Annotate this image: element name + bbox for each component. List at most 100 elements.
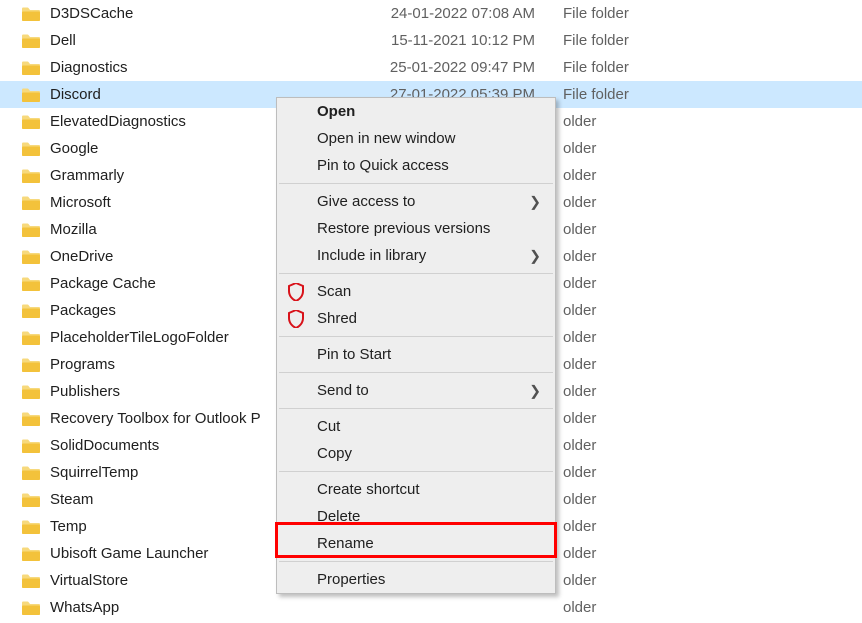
file-type: older xyxy=(563,545,683,562)
folder-icon xyxy=(22,250,40,264)
folder-icon xyxy=(22,34,40,48)
folder-icon xyxy=(22,601,40,615)
ctx-properties-label: Properties xyxy=(317,571,385,588)
chevron-right-icon: ❯ xyxy=(529,193,541,210)
folder-icon xyxy=(22,7,40,21)
file-type: File folder xyxy=(563,86,683,103)
folder-icon xyxy=(22,520,40,534)
separator xyxy=(279,336,553,337)
file-type: File folder xyxy=(563,5,683,22)
shield-icon xyxy=(287,283,305,301)
folder-icon xyxy=(22,466,40,480)
file-name: Dell xyxy=(50,32,360,49)
folder-icon xyxy=(22,358,40,372)
separator xyxy=(279,471,553,472)
file-type: older xyxy=(563,572,683,589)
ctx-open-new-window[interactable]: Open in new window xyxy=(277,125,555,152)
folder-icon xyxy=(22,196,40,210)
folder-icon xyxy=(22,169,40,183)
shield-icon xyxy=(287,310,305,328)
ctx-send-to[interactable]: Send to ❯ xyxy=(277,377,555,404)
file-date: 15-11-2021 10:12 PM xyxy=(360,32,563,49)
file-type: older xyxy=(563,383,683,400)
file-type: older xyxy=(563,248,683,265)
ctx-shred[interactable]: Shred xyxy=(277,305,555,332)
ctx-properties[interactable]: Properties xyxy=(277,566,555,593)
file-date: 24-01-2022 07:08 AM xyxy=(360,5,563,22)
file-row[interactable]: WhatsApp older xyxy=(0,594,862,621)
file-name: D3DSCache xyxy=(50,5,360,22)
file-name: WhatsApp xyxy=(50,599,360,616)
ctx-send-to-label: Send to xyxy=(317,382,369,399)
file-type: File folder xyxy=(563,59,683,76)
file-type: older xyxy=(563,140,683,157)
file-type: older xyxy=(563,329,683,346)
separator xyxy=(279,561,553,562)
ctx-pin-start[interactable]: Pin to Start xyxy=(277,341,555,368)
separator xyxy=(279,372,553,373)
folder-icon xyxy=(22,574,40,588)
ctx-shred-label: Shred xyxy=(317,310,357,327)
ctx-scan[interactable]: Scan xyxy=(277,278,555,305)
ctx-open[interactable]: Open xyxy=(277,98,555,125)
ctx-restore-label: Restore previous versions xyxy=(317,220,490,237)
ctx-restore-previous[interactable]: Restore previous versions xyxy=(277,215,555,242)
ctx-copy-label: Copy xyxy=(317,445,352,462)
file-row[interactable]: Dell15-11-2021 10:12 PMFile folder xyxy=(0,27,862,54)
folder-icon xyxy=(22,304,40,318)
file-type: older xyxy=(563,491,683,508)
file-row[interactable]: Diagnostics25-01-2022 09:47 PMFile folde… xyxy=(0,54,862,81)
folder-icon xyxy=(22,331,40,345)
file-type: older xyxy=(563,410,683,427)
ctx-open-new-label: Open in new window xyxy=(317,130,455,147)
ctx-give-access-label: Give access to xyxy=(317,193,415,210)
ctx-pin-quick-access[interactable]: Pin to Quick access xyxy=(277,152,555,179)
context-menu: Open Open in new window Pin to Quick acc… xyxy=(276,97,556,594)
file-type: File folder xyxy=(563,32,683,49)
ctx-delete-label: Delete xyxy=(317,508,360,525)
folder-icon xyxy=(22,493,40,507)
file-type: older xyxy=(563,302,683,319)
file-type: older xyxy=(563,167,683,184)
ctx-rename-label: Rename xyxy=(317,535,374,552)
chevron-right-icon: ❯ xyxy=(529,382,541,399)
folder-icon xyxy=(22,277,40,291)
folder-icon xyxy=(22,439,40,453)
ctx-include-lib-label: Include in library xyxy=(317,247,426,264)
file-name: Diagnostics xyxy=(50,59,360,76)
file-type: older xyxy=(563,275,683,292)
ctx-delete[interactable]: Delete xyxy=(277,503,555,530)
ctx-cut-label: Cut xyxy=(317,418,340,435)
ctx-pin-start-label: Pin to Start xyxy=(317,346,391,363)
file-type: older xyxy=(563,221,683,238)
file-date: 25-01-2022 09:47 PM xyxy=(360,59,563,76)
ctx-rename[interactable]: Rename xyxy=(277,530,555,557)
ctx-pin-quick-label: Pin to Quick access xyxy=(317,157,449,174)
ctx-include-library[interactable]: Include in library ❯ xyxy=(277,242,555,269)
file-row[interactable]: D3DSCache24-01-2022 07:08 AMFile folder xyxy=(0,0,862,27)
folder-icon xyxy=(22,412,40,426)
file-type: older xyxy=(563,464,683,481)
file-type: older xyxy=(563,194,683,211)
ctx-give-access-to[interactable]: Give access to ❯ xyxy=(277,188,555,215)
folder-icon xyxy=(22,385,40,399)
separator xyxy=(279,408,553,409)
file-type: older xyxy=(563,356,683,373)
ctx-cut[interactable]: Cut xyxy=(277,413,555,440)
chevron-right-icon: ❯ xyxy=(529,247,541,264)
folder-icon xyxy=(22,223,40,237)
separator xyxy=(279,273,553,274)
folder-icon xyxy=(22,61,40,75)
file-type: older xyxy=(563,599,683,616)
ctx-create-shortcut-label: Create shortcut xyxy=(317,481,420,498)
folder-icon xyxy=(22,115,40,129)
ctx-copy[interactable]: Copy xyxy=(277,440,555,467)
folder-icon xyxy=(22,88,40,102)
ctx-create-shortcut[interactable]: Create shortcut xyxy=(277,476,555,503)
ctx-scan-label: Scan xyxy=(317,283,351,300)
folder-icon xyxy=(22,142,40,156)
file-type: older xyxy=(563,518,683,535)
ctx-open-label: Open xyxy=(317,103,355,120)
file-type: older xyxy=(563,437,683,454)
separator xyxy=(279,183,553,184)
